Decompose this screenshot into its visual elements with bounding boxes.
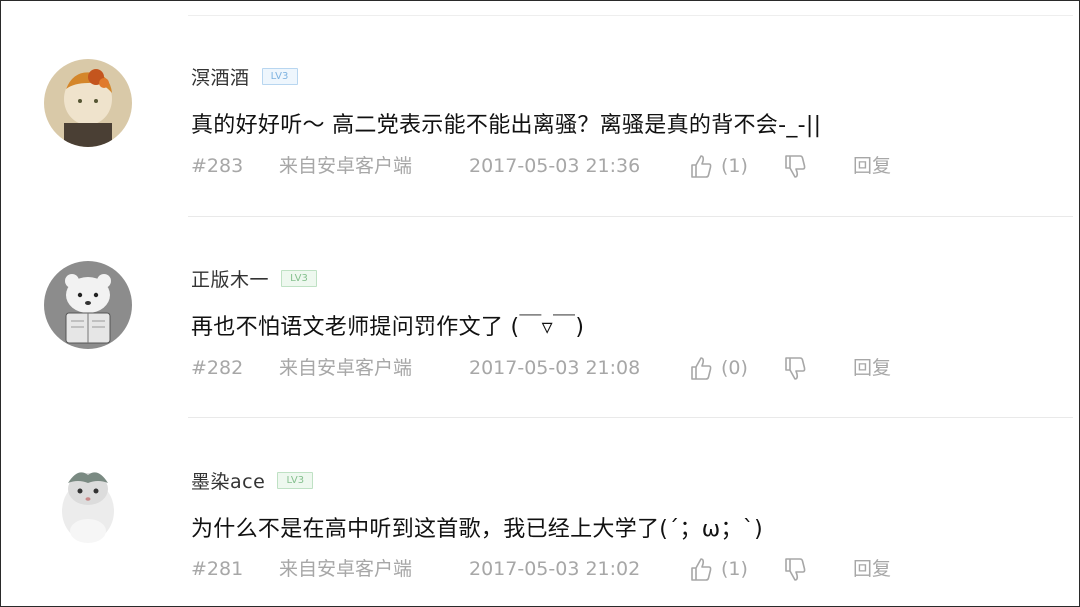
avatar-image [44, 461, 132, 549]
comment-meta: #283 来自安卓客户端 2017-05-03 21:36 (1) 回复 [1, 151, 1079, 181]
thumbs-up-icon [691, 155, 712, 178]
timestamp: 2017-05-03 21:02 [469, 558, 641, 580]
like-button[interactable]: (1) [689, 554, 748, 584]
reply-button[interactable]: 回复 [853, 151, 891, 181]
timestamp: 2017-05-03 21:36 [469, 155, 641, 177]
avatar-image [44, 59, 132, 147]
like-button[interactable]: (0) [689, 353, 748, 383]
dislike-button[interactable] [783, 554, 807, 592]
timestamp: 2017-05-03 21:08 [469, 357, 641, 379]
reply-button[interactable]: 回复 [853, 554, 891, 584]
thumbs-up-icon [691, 558, 712, 581]
comment-text: 为什么不是在高中听到这首歌，我已经上大学了(´；ω；`) [191, 517, 763, 542]
reply-button[interactable]: 回复 [853, 353, 891, 383]
comment-meta: #282 来自安卓客户端 2017-05-03 21:08 (0) 回复 [1, 353, 1079, 383]
username[interactable]: 溟酒酒 [191, 63, 250, 90]
thumbs-down-icon [785, 357, 806, 380]
level-badge: LV3 [277, 471, 314, 489]
top-divider [188, 15, 1073, 16]
comment-list: 溟酒酒 LV3 真的好好听～ 高二党表示能不能出离骚？离骚是真的背不会-_-||… [0, 0, 1080, 607]
like-button[interactable]: (1) [689, 151, 748, 181]
like-count: (1) [721, 558, 748, 580]
like-count: (0) [721, 357, 748, 379]
comment-text: 真的好好听～ 高二党表示能不能出离骚？离骚是真的背不会-_-|| [191, 113, 822, 138]
dislike-button[interactable] [783, 151, 807, 189]
user-avatar[interactable] [44, 261, 132, 349]
user-avatar[interactable] [44, 59, 132, 147]
comment-divider [188, 417, 1073, 418]
username[interactable]: 正版木一 [191, 265, 269, 292]
username[interactable]: 墨染ace [191, 467, 265, 494]
source-label: 来自安卓客户端 [279, 155, 413, 177]
level-badge: LV3 [281, 269, 318, 287]
floor-number: #281 [191, 558, 244, 580]
username-row: 溟酒酒 LV3 [191, 61, 298, 91]
avatar-image [44, 261, 132, 349]
user-avatar[interactable] [44, 461, 132, 549]
source-label: 来自安卓客户端 [279, 357, 413, 379]
thumbs-down-icon [785, 155, 806, 178]
level-badge: LV3 [261, 67, 298, 85]
username-row: 正版木一 LV3 [191, 263, 318, 293]
source-label: 来自安卓客户端 [279, 558, 413, 580]
like-count: (1) [721, 155, 748, 177]
floor-number: #282 [191, 357, 244, 379]
thumbs-down-icon [785, 558, 806, 581]
comment-divider [188, 216, 1073, 217]
comment-meta: #281 来自安卓客户端 2017-05-03 21:02 (1) 回复 [1, 554, 1079, 584]
thumbs-up-icon [691, 357, 712, 380]
floor-number: #283 [191, 155, 244, 177]
dislike-button[interactable] [783, 353, 807, 391]
username-row: 墨染ace LV3 [191, 465, 314, 495]
comment-text: 再也不怕语文老师提问罚作文了 (￣▿￣) [191, 315, 585, 340]
